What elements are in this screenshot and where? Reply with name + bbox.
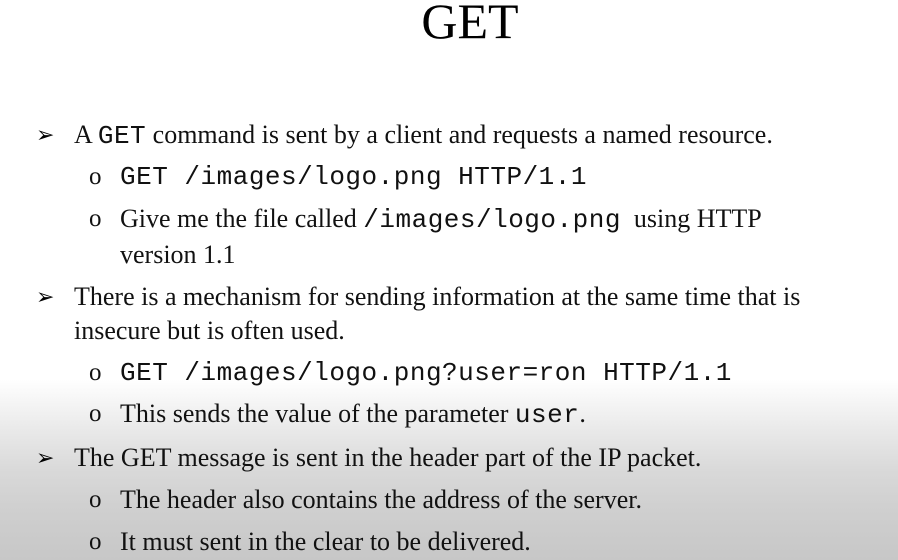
code-run: GET — [97, 121, 147, 151]
code-line: GET /images/logo.png HTTP/1.1 — [120, 162, 587, 192]
slide-title: GET — [421, 0, 519, 49]
text-run: . — [579, 399, 586, 428]
code-line: GET /images/logo.png?user=ron HTTP/1.1 — [120, 358, 732, 388]
bullet-text: A GET command is sent by a client and re… — [74, 118, 773, 153]
sub-bullet-text: It must sent in the clear to be delivere… — [120, 527, 531, 556]
sub-bullet-text: Give me the file called /images/logo.png… — [120, 202, 762, 237]
code-run: /images/logo.png — [363, 205, 621, 235]
arrow-bullet-icon: ➢ — [36, 284, 55, 309]
sub-bullet-text-continued: version 1.1 — [120, 240, 236, 269]
slide: GET ➢ A GET command is sent by a client … — [0, 0, 898, 560]
circle-bullet-icon: o — [89, 400, 102, 427]
text-run: command is sent by a client and requests… — [146, 120, 773, 149]
text-run: Give me the file called — [120, 204, 364, 233]
code-run: user — [514, 400, 580, 430]
arrow-bullet-icon: ➢ — [36, 445, 55, 470]
circle-bullet-icon: o — [89, 486, 102, 513]
text-run: A — [74, 120, 98, 149]
bullet-text-continued: insecure but is often used. — [74, 316, 345, 345]
arrow-bullet-icon: ➢ — [36, 122, 55, 147]
circle-bullet-icon: o — [89, 359, 102, 386]
text-run: This sends the value of the parameter — [120, 399, 515, 428]
bullet-text: The GET message is sent in the header pa… — [74, 443, 702, 472]
circle-bullet-icon: o — [89, 163, 102, 190]
sub-bullet-text: This sends the value of the parameter us… — [120, 397, 586, 432]
sub-bullet-text: The header also contains the address of … — [120, 485, 642, 514]
circle-bullet-icon: o — [89, 528, 102, 555]
text-run: using HTTP — [620, 204, 762, 233]
circle-bullet-icon: o — [89, 205, 102, 232]
bullet-text: There is a mechanism for sending informa… — [74, 282, 801, 311]
